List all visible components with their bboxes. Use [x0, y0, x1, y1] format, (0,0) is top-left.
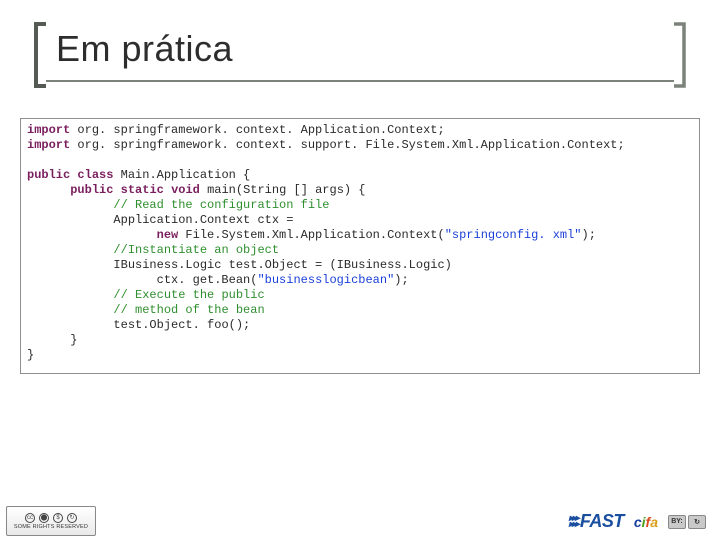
code-text: main(String [] args) { — [200, 183, 366, 197]
code-text: org. springframework. context. Applicati… — [70, 123, 444, 137]
cc-pill: ↻ — [688, 515, 706, 529]
cifa-letter: a — [650, 514, 658, 530]
indent — [27, 258, 113, 272]
footer-right-badges: ▸▸▸▸▸▸ FAST cifa BY: ↻ — [569, 511, 706, 532]
code-text: } — [27, 348, 34, 362]
fast-logo: ▸▸▸▸▸▸ FAST — [569, 511, 624, 532]
indent — [27, 183, 70, 197]
indent — [27, 228, 157, 242]
right-bracket-icon — [672, 22, 686, 88]
code-text: org. springframework. context. support. … — [70, 138, 625, 152]
code-content: import org. springframework. context. Ap… — [27, 123, 693, 363]
slide-title-area: Em prática — [34, 24, 686, 86]
code-text: File.System.Xml.Application.Context( — [178, 228, 444, 242]
indent — [27, 288, 113, 302]
code-comment: // Execute the public — [113, 288, 264, 302]
left-bracket-icon — [34, 22, 48, 88]
by-pill: BY: — [668, 515, 686, 529]
code-comment: // Read the configuration file — [113, 198, 329, 212]
indent — [27, 243, 113, 257]
cifa-letter: c — [634, 514, 642, 530]
indent — [27, 318, 113, 332]
code-text: IBusiness.Logic test.Object = (IBusiness… — [113, 258, 451, 272]
cc-license-badge: cc ⬤ $ ↻ SOME RIGHTS RESERVED — [6, 506, 96, 536]
slide-footer: cc ⬤ $ ↻ SOME RIGHTS RESERVED ▸▸▸▸▸▸ FAS… — [0, 500, 720, 540]
indent — [27, 273, 157, 287]
indent — [27, 303, 113, 317]
cc-text: SOME RIGHTS RESERVED — [14, 524, 88, 530]
keyword-import: import — [27, 123, 70, 137]
code-text: } — [70, 333, 77, 347]
sa-icon: ↻ — [67, 513, 77, 523]
code-text: test.Object. foo(); — [113, 318, 250, 332]
code-text: ); — [394, 273, 408, 287]
keyword-new: new — [157, 228, 179, 242]
cifa-logo: cifa — [634, 514, 658, 530]
indent — [27, 333, 70, 347]
code-text: ctx. get.Bean( — [157, 273, 258, 287]
code-block: import org. springframework. context. Ap… — [20, 118, 700, 374]
keyword-import: import — [27, 138, 70, 152]
by-icon: ⬤ — [39, 513, 49, 523]
keyword-public: public — [27, 168, 70, 182]
title-underline — [46, 80, 674, 82]
code-comment: // method of the bean — [113, 303, 264, 317]
code-string: "springconfig. xml" — [445, 228, 582, 242]
code-comment: //Instantiate an object — [113, 243, 279, 257]
fast-text: FAST — [580, 511, 624, 532]
slide-title: Em prática — [56, 28, 233, 70]
cc-icon: cc — [25, 513, 35, 523]
code-string: "businesslogicbean" — [257, 273, 394, 287]
keyword-void: void — [171, 183, 200, 197]
keyword-public: public — [70, 183, 113, 197]
code-text: Application.Context ctx = — [113, 213, 293, 227]
arrows-icon: ▸▸▸▸▸▸ — [569, 516, 578, 528]
indent — [27, 213, 113, 227]
cc-icons-row: cc ⬤ $ ↻ — [25, 513, 77, 523]
code-text: ); — [582, 228, 596, 242]
keyword-static: static — [121, 183, 164, 197]
mini-cc-badge: BY: ↻ — [668, 515, 706, 529]
nc-icon: $ — [53, 513, 63, 523]
indent — [27, 198, 113, 212]
keyword-class: class — [77, 168, 113, 182]
code-text: Main.Application { — [113, 168, 250, 182]
